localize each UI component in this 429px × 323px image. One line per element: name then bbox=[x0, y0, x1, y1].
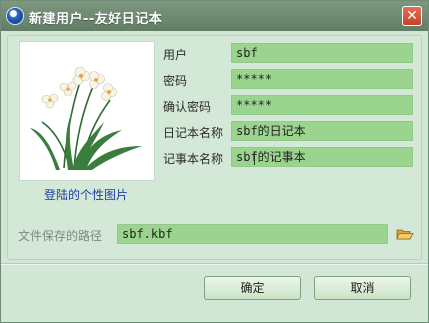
confirm-password-field[interactable]: ***** bbox=[231, 95, 413, 115]
diary-name-field[interactable]: sbf的日记本 bbox=[231, 121, 413, 141]
footer-divider bbox=[1, 263, 428, 265]
diary-name-label: 日记本名称 bbox=[163, 126, 224, 140]
app-icon bbox=[7, 8, 23, 24]
folder-open-icon[interactable] bbox=[396, 226, 414, 242]
password-label: 密码 bbox=[163, 74, 188, 88]
close-button[interactable]: ✕ bbox=[402, 6, 422, 26]
new-user-dialog: 新建用户--友好日记本 ✕ 登陆的个性图片 用户 sbf 密码 ***** 确认… bbox=[0, 0, 429, 323]
username-label: 用户 bbox=[163, 48, 188, 62]
notebook-name-field[interactable]: sbf的记事本 bbox=[231, 147, 413, 167]
cancel-button[interactable]: 取消 bbox=[314, 276, 411, 300]
ok-button[interactable]: 确定 bbox=[204, 276, 301, 300]
password-field[interactable]: ***** bbox=[231, 69, 413, 89]
save-path-field[interactable]: sbf.kbf bbox=[117, 224, 388, 244]
narcissus-flower-image bbox=[30, 66, 142, 170]
username-field[interactable]: sbf bbox=[231, 43, 413, 63]
text-cursor bbox=[254, 151, 255, 165]
notebook-name-label: 记事本名称 bbox=[163, 152, 224, 166]
window-title: 新建用户--友好日记本 bbox=[29, 12, 163, 27]
avatar-picture[interactable] bbox=[19, 41, 155, 181]
title-bar[interactable]: 新建用户--友好日记本 ✕ bbox=[1, 1, 428, 31]
picture-caption: 登陆的个性图片 bbox=[43, 188, 128, 202]
confirm-password-label: 确认密码 bbox=[163, 100, 212, 114]
save-path-label: 文件保存的路径 bbox=[18, 229, 103, 243]
